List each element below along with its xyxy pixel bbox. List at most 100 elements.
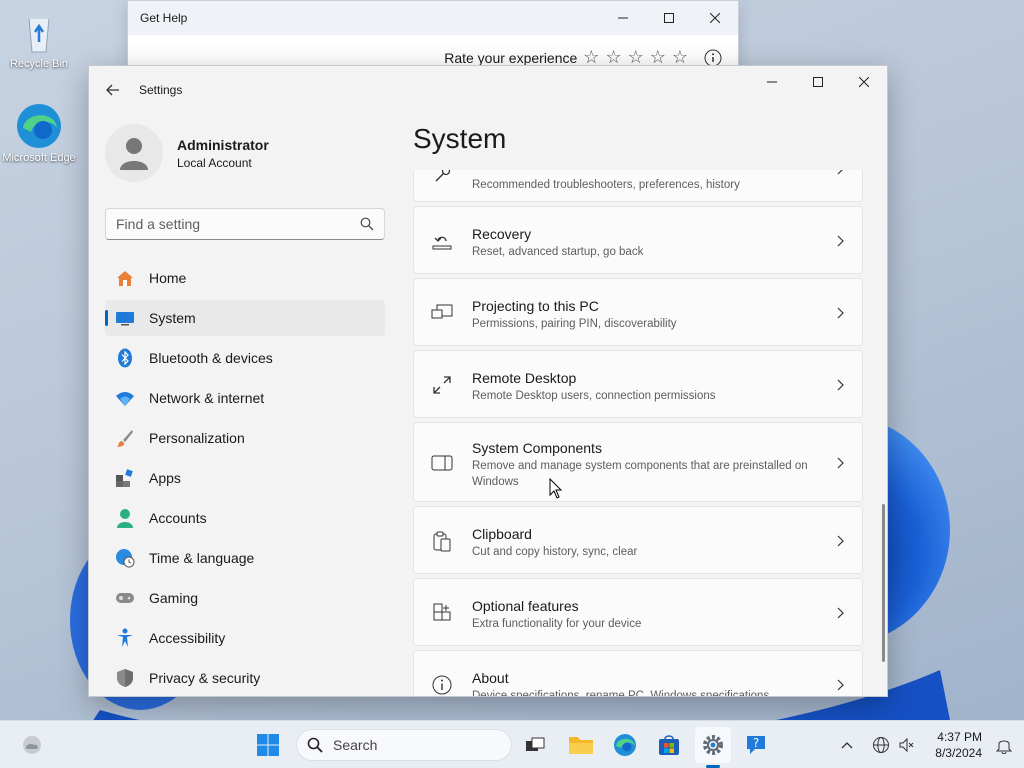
nav-item-label: Bluetooth & devices (149, 350, 273, 366)
setting-card-title: Projecting to this PC (472, 298, 599, 314)
setting-card-projecting[interactable]: Projecting to this PC Permissions, pairi… (413, 278, 863, 346)
window-controls (749, 66, 887, 98)
weather-icon (23, 736, 41, 754)
nav-item-gaming[interactable]: Gaming (105, 580, 385, 616)
person-icon (120, 138, 148, 170)
settings-taskbar-button[interactable] (695, 727, 731, 763)
settings-titlebar[interactable]: Settings (89, 66, 887, 116)
search-icon (307, 737, 323, 753)
nav-item-label: System (149, 310, 196, 326)
window-title: Get Help (140, 11, 188, 25)
projecting-icon (430, 301, 454, 325)
edge-icon (614, 734, 636, 756)
chevron-right-icon (837, 457, 844, 469)
setting-card-title: About (472, 670, 509, 686)
edge-desktop-icon[interactable]: Microsoft Edge (1, 102, 77, 164)
account-type: Local Account (177, 155, 252, 170)
setting-card-title: Recovery (472, 226, 532, 242)
system-tray (840, 721, 916, 768)
chevron-right-icon (837, 535, 844, 547)
task-view-button[interactable] (518, 727, 554, 763)
home-icon (115, 268, 135, 288)
volume-muted-icon[interactable] (898, 736, 916, 754)
widgets-button[interactable] (14, 727, 50, 763)
nav-item-bluetooth[interactable]: Bluetooth & devices (105, 340, 385, 376)
store-button[interactable] (651, 727, 687, 763)
close-button[interactable] (692, 1, 738, 35)
settings-window[interactable]: Settings Administrator Local Account Hom… (88, 65, 888, 697)
nav-item-accessibility[interactable]: Accessibility (105, 620, 385, 656)
troubleshoot-icon (430, 170, 454, 187)
remote-desktop-icon (430, 373, 454, 397)
page-title: System (413, 123, 507, 154)
nav-item-accounts[interactable]: Accounts (105, 500, 385, 536)
window-title: Settings (139, 83, 183, 97)
scrollbar[interactable] (882, 504, 885, 662)
nav-item-label: Accounts (149, 510, 207, 526)
globe-clock-icon (115, 548, 135, 568)
maximize-button[interactable] (795, 66, 841, 98)
apps-icon (115, 468, 135, 488)
taskbar-search-label: Search (333, 737, 378, 753)
setting-card-optional-features[interactable]: Optional features Extra functionality fo… (413, 578, 863, 646)
nav-item-label: Personalization (149, 430, 245, 446)
search-input[interactable] (116, 216, 346, 232)
info-icon[interactable] (704, 49, 722, 67)
setting-card-remote-desktop[interactable]: Remote Desktop Remote Desktop users, con… (413, 350, 863, 418)
nav-item-home[interactable]: Home (105, 260, 385, 296)
accounts-icon (115, 508, 135, 528)
clock[interactable]: 4:37 PM 8/3/2024 (935, 729, 982, 761)
get-help-icon: ? (747, 736, 765, 754)
edge-icon (15, 102, 63, 150)
edge-taskbar-button[interactable] (607, 727, 643, 763)
network-globe-icon[interactable] (872, 736, 890, 754)
rate-label: Rate your experience (444, 49, 578, 66)
recycle-bin-icon (15, 8, 63, 56)
setting-card-troubleshoot[interactable]: Recommended troubleshooters, preferences… (413, 170, 863, 202)
setting-card-system-components[interactable]: System Components Remove and manage syst… (413, 422, 863, 502)
find-setting-search[interactable] (105, 208, 385, 240)
close-button[interactable] (841, 66, 887, 98)
about-icon (430, 673, 454, 696)
nav-item-system[interactable]: System (105, 300, 385, 336)
recycle-bin-desktop-icon[interactable]: Recycle Bin (1, 8, 77, 70)
avatar (105, 124, 163, 182)
gamepad-icon (115, 588, 135, 608)
nav-item-apps[interactable]: Apps (105, 460, 385, 496)
taskbar-search[interactable]: Search (296, 729, 512, 761)
store-icon (659, 735, 679, 755)
back-arrow-icon[interactable] (103, 80, 123, 100)
notification-bell-icon[interactable] (996, 736, 1012, 754)
nav-item-label: Time & language (149, 550, 255, 566)
search-icon[interactable] (360, 217, 374, 231)
minimize-button[interactable] (749, 66, 795, 98)
maximize-button[interactable] (646, 1, 692, 35)
chevron-right-icon (837, 235, 844, 247)
system-icon (115, 308, 135, 328)
nav-item-time-language[interactable]: Time & language (105, 540, 385, 576)
start-button[interactable] (250, 727, 286, 763)
window-controls (600, 1, 738, 35)
file-explorer-button[interactable] (563, 727, 599, 763)
user-profile[interactable]: Administrator Local Account (105, 124, 269, 182)
svg-text:?: ? (753, 736, 759, 750)
setting-card-about[interactable]: About Device specifications, rename PC, … (413, 650, 863, 696)
minimize-button[interactable] (600, 1, 646, 35)
nav-item-personalization[interactable]: Personalization (105, 420, 385, 456)
chevron-right-icon (837, 607, 844, 619)
nav-item-network[interactable]: Network & internet (105, 380, 385, 416)
start-icon (257, 734, 279, 756)
setting-card-subtitle: Extra functionality for your device (472, 618, 642, 630)
nav-item-privacy-security[interactable]: Privacy & security (105, 660, 385, 696)
setting-card-title: Optional features (472, 598, 579, 614)
get-help-taskbar-button[interactable]: ? (739, 727, 775, 763)
setting-card-recovery[interactable]: Recovery Reset, advanced startup, go bac… (413, 206, 863, 274)
nav-item-label: Gaming (149, 590, 199, 606)
setting-card-subtitle: Remove and manage system components that… (472, 460, 808, 488)
task-view-icon (526, 737, 545, 751)
brush-icon (115, 428, 135, 448)
setting-card-subtitle: Reset, advanced startup, go back (472, 246, 644, 258)
setting-card-title: Clipboard (472, 526, 532, 542)
setting-card-clipboard[interactable]: Clipboard Cut and copy history, sync, cl… (413, 506, 863, 574)
chevron-up-icon[interactable] (840, 738, 854, 752)
